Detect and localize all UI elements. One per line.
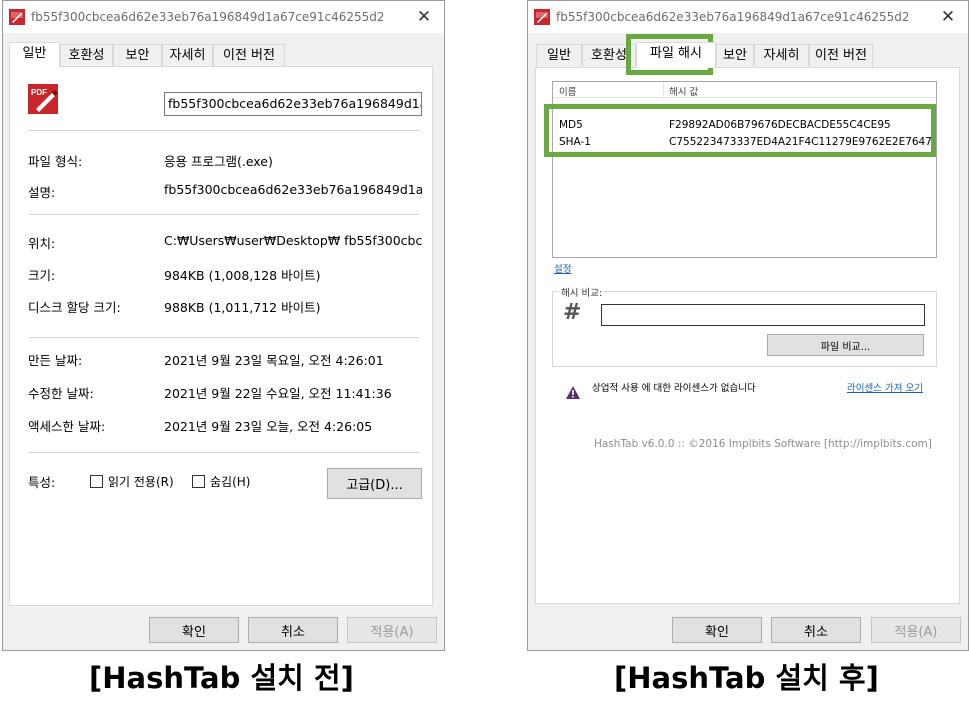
hash-row-value[interactable]: F29892AD06B79676DECBACDE55C4CE95 [669,119,891,131]
accessed-value: 2021년 9월 23일 오늘, 오전 4:26:05 [164,419,373,434]
properties-dialog-after: fb55f300cbcea6d62e33eb76a196849d1a67ce91… [527,0,969,651]
tab-file-hash[interactable]: 파일 해시 [636,42,716,68]
compare-file-button[interactable]: 파일 비교... [767,334,924,356]
title-bar: fb55f300cbcea6d62e33eb76a196849d1a67ce91… [528,1,968,33]
attributes-label: 특성: [28,475,56,490]
cancel-button[interactable]: 취소 [248,617,338,643]
tab-security[interactable]: 보안 [716,44,754,66]
readonly-label: 읽기 전용(R) [108,475,174,489]
caption-after: [HashTab 설치 후] [614,661,879,695]
cancel-button[interactable]: 취소 [771,617,861,643]
accessed-label: 액세스한 날짜: [28,419,106,434]
window-title: fb55f300cbcea6d62e33eb76a196849d1a67ce91… [31,10,383,24]
created-value: 2021년 9월 23일 목요일, 오전 4:26:01 [164,353,384,368]
size-label: 크기: [28,268,56,283]
apply-button[interactable]: 적용(A) [347,617,437,643]
tab-previous-versions[interactable]: 이전 버전 [213,44,285,66]
hash-compare-group: 해시 비교: # 파일 비교... [552,285,937,367]
caption-before: [HashTab 설치 전] [89,661,354,695]
close-button[interactable]: ✕ [404,1,444,33]
hidden-label: 숨김(H) [210,475,251,489]
hidden-checkbox[interactable] [192,475,205,488]
disk-size-value: 988KB (1,011,712 바이트) [164,300,321,315]
size-value: 984KB (1,008,128 바이트) [164,268,321,283]
column-name-header: 이름 [559,87,577,98]
separator [28,452,420,453]
hash-row-name: SHA-1 [559,136,591,148]
column-hash-header: 해시 값 [669,87,699,98]
list-header-divider [553,97,936,98]
close-button[interactable]: ✕ [928,1,968,33]
location-label: 위치: [28,236,56,251]
description-value: fb55f300cbcea6d62e33eb76a196849d1a67ce91 [164,182,422,197]
title-bar: fb55f300cbcea6d62e33eb76a196849d1a67ce91… [3,1,444,33]
pdf-app-icon [534,9,550,25]
pdf-icon-text: PDF [31,88,47,97]
hash-compare-input[interactable] [601,304,925,326]
readonly-checkbox[interactable] [90,475,103,488]
file-name-field[interactable]: fb55f300cbcea6d62e33eb76a196849d1a67ce91… [164,92,422,116]
general-panel: PDF fb55f300cbcea6d62e33eb76a196849d1a67… [9,66,433,606]
properties-dialog-before: fb55f300cbcea6d62e33eb76a196849d1a67ce91… [2,0,445,651]
ok-button[interactable]: 확인 [672,617,762,643]
file-type-value: 응용 프로그램(.exe) [164,154,273,169]
file-type-label: 파일 형식: [28,154,83,169]
tab-general[interactable]: 일반 [9,42,60,68]
tab-general[interactable]: 일반 [536,44,582,66]
modified-label: 수정한 날짜: [28,386,94,401]
license-notice: 상업적 사용 에 대한 라이센스가 없습니다 [592,383,756,394]
column-divider [663,82,664,97]
tab-details[interactable]: 자세히 [162,44,213,66]
hash-row-value[interactable]: C755223473337ED4A21F4C11279E9762E2E76474 [669,136,936,148]
file-hash-panel: 이름 해시 값 MD5 F29892AD06B79676DECBACDE55C4… [535,67,960,604]
warning-icon [566,386,580,399]
hash-list[interactable]: 이름 해시 값 MD5 F29892AD06B79676DECBACDE55C4… [552,81,937,258]
separator [28,337,420,338]
apply-button[interactable]: 적용(A) [871,617,961,643]
tab-previous-versions[interactable]: 이전 버전 [809,44,873,66]
pdf-app-icon [9,9,25,25]
separator [28,214,420,215]
description-label: 설명: [28,185,56,200]
hashtab-credit: HashTab v6.0.0 :: ©2016 Implbits Softwar… [594,438,932,450]
ok-button[interactable]: 확인 [149,617,239,643]
hash-compare-title: 해시 비교: [559,285,605,299]
pdf-file-icon: PDF [28,84,58,114]
location-value: C:₩Users₩user₩Desktop₩ fb55f300cbcea6d62 [164,233,422,248]
hash-icon: # [563,300,582,325]
separator [28,130,420,131]
advanced-button[interactable]: 고급(D)... [327,468,422,499]
tab-details[interactable]: 자세히 [754,44,809,66]
tab-compatibility[interactable]: 호환성 [582,44,636,66]
disk-size-label: 디스크 할당 크기: [28,300,121,315]
tab-security[interactable]: 보안 [113,44,162,66]
hash-row-name: MD5 [559,119,583,131]
modified-value: 2021년 9월 22일 수요일, 오전 11:41:36 [164,386,392,401]
settings-link[interactable]: 설정 [554,261,571,275]
window-title: fb55f300cbcea6d62e33eb76a196849d1a67ce91… [556,10,908,24]
tab-compatibility[interactable]: 호환성 [60,44,113,66]
created-label: 만든 날짜: [28,353,83,368]
get-license-link[interactable]: 라이센스 가져 오기 [847,380,923,394]
